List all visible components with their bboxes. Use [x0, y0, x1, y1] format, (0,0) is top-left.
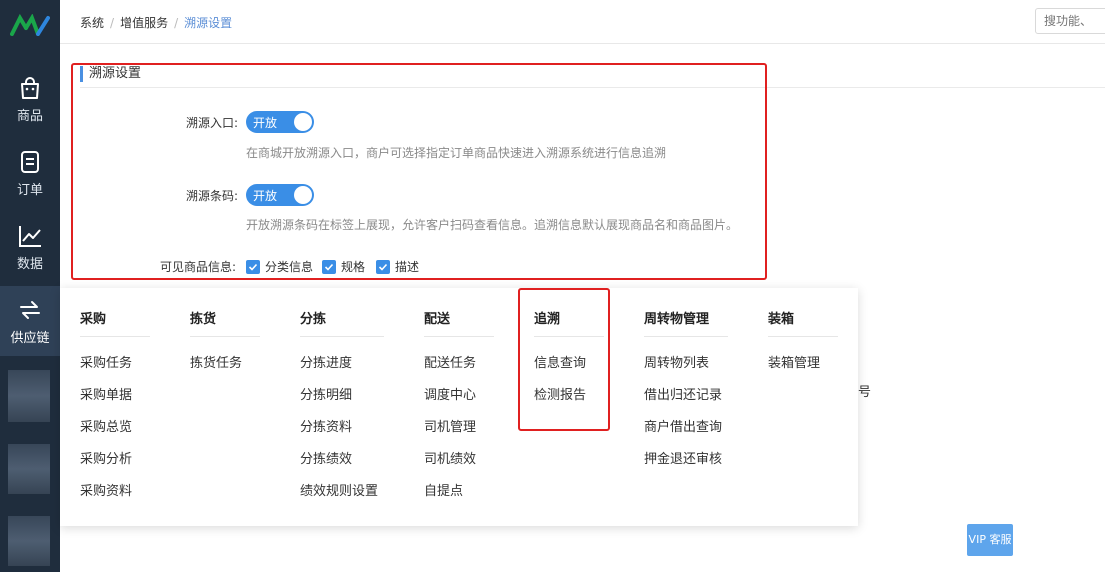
menu-item[interactable]: 分拣资料	[300, 416, 352, 435]
line-chart-icon	[19, 225, 41, 247]
order-doc-icon	[21, 150, 39, 173]
shopping-bag-icon	[21, 76, 39, 99]
menu-column-title: 装箱	[768, 312, 795, 327]
menu-item[interactable]: 拣货任务	[190, 352, 242, 371]
breadcrumb-item[interactable]: 增值服务	[120, 16, 168, 30]
sidebar-item-supply-chain[interactable]: 供应链	[0, 286, 60, 356]
menu-item[interactable]: 自提点	[424, 480, 463, 499]
menu-item[interactable]: 采购总览	[80, 416, 132, 435]
blurred-nav-item[interactable]	[8, 370, 50, 422]
sidebar-item-goods[interactable]: 商品	[0, 64, 60, 134]
app-logo[interactable]	[0, 0, 60, 50]
menu-item[interactable]: 分拣绩效	[300, 448, 352, 467]
sidebar-item-label: 商品	[16, 108, 43, 124]
divider	[190, 336, 260, 337]
menu-item[interactable]: 调度中心	[424, 384, 476, 403]
blurred-nav-item[interactable]	[8, 444, 50, 494]
menu-item[interactable]: 采购任务	[80, 352, 132, 371]
sidebar-item-label: 数据	[16, 256, 43, 272]
sidebar-item-label: 供应链	[10, 330, 50, 346]
breadcrumb: 系统 / 增值服务 / 溯源设置	[80, 16, 233, 30]
menu-column-title: 采购	[80, 312, 107, 327]
divider	[768, 336, 838, 337]
sidebar-item-orders[interactable]: 订单	[0, 138, 60, 208]
partial-text: 号	[858, 385, 872, 400]
menu-item[interactable]: 采购资料	[80, 480, 132, 499]
divider	[424, 336, 494, 337]
search-input[interactable]	[1035, 8, 1105, 34]
highlight-box	[71, 63, 767, 280]
menu-item[interactable]: 周转物列表	[644, 352, 709, 371]
menu-item[interactable]: 采购单据	[80, 384, 132, 403]
menu-item[interactable]: 借出归还记录	[644, 384, 722, 403]
menu-item[interactable]: 司机管理	[424, 416, 476, 435]
menu-column-title: 配送	[424, 312, 451, 327]
menu-column-title: 周转物管理	[644, 312, 710, 327]
exchange-arrows-icon	[20, 300, 40, 319]
sidebar: 商品 订单 数据 供应链	[0, 0, 60, 572]
blurred-nav-item[interactable]	[8, 516, 50, 566]
supply-chain-menu: 采购 采购任务 采购单据 采购总览 采购分析 采购资料 拣货 拣货任务 分拣 分…	[60, 288, 858, 526]
menu-item[interactable]: 司机绩效	[424, 448, 476, 467]
divider	[644, 336, 728, 337]
menu-item[interactable]: 押金退还审核	[644, 448, 722, 467]
menu-column-title: 拣货	[190, 312, 217, 327]
menu-item[interactable]: 采购分析	[80, 448, 132, 467]
menu-item[interactable]: 配送任务	[424, 352, 476, 371]
logo-icon	[10, 14, 50, 36]
menu-item[interactable]: 绩效规则设置	[300, 480, 378, 499]
top-bar: 系统 / 增值服务 / 溯源设置	[60, 0, 1105, 44]
breadcrumb-current: 溯源设置	[184, 16, 233, 30]
sidebar-item-label: 订单	[16, 182, 43, 198]
divider	[80, 336, 150, 337]
menu-item[interactable]: 分拣明细	[300, 384, 352, 403]
menu-item[interactable]: 分拣进度	[300, 352, 352, 371]
menu-item[interactable]: 装箱管理	[768, 352, 820, 371]
sidebar-item-data[interactable]: 数据	[0, 212, 60, 282]
highlight-box	[518, 288, 610, 431]
menu-column-title: 分拣	[300, 312, 327, 327]
divider	[300, 336, 384, 337]
menu-item[interactable]: 商户借出查询	[644, 416, 722, 435]
vip-service-button[interactable]: VIP 客服	[967, 524, 1013, 556]
breadcrumb-item[interactable]: 系统	[80, 16, 104, 30]
